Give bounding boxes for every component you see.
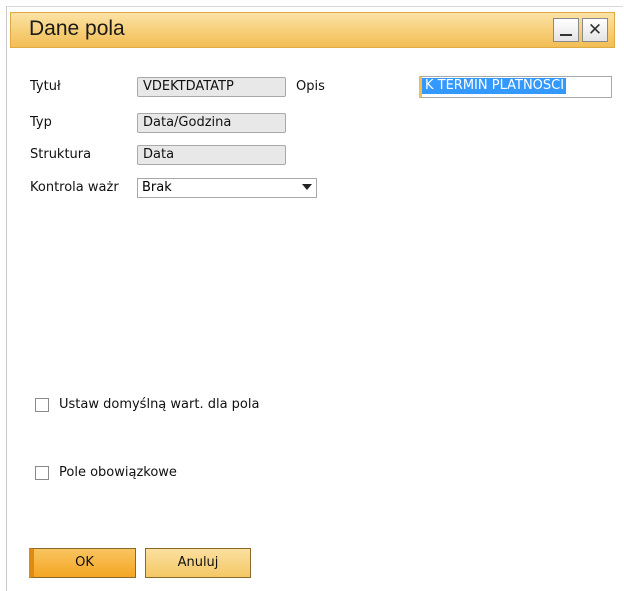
cancel-button[interactable]: Anuluj (145, 548, 251, 578)
kontrola-select[interactable]: Brak (137, 178, 317, 198)
tytul-label: Tytuł (30, 79, 61, 94)
dialog-title: Dane pola (29, 17, 125, 40)
default-value-label[interactable]: Ustaw domyślną wart. dla pola (59, 397, 259, 412)
kontrola-label: Kontrola ważr (30, 180, 119, 195)
minimize-button[interactable] (553, 18, 579, 42)
chevron-down-icon[interactable] (302, 184, 312, 190)
tytul-field[interactable]: VDEKTDATATP (137, 77, 286, 97)
opis-selected-text: K TERMIN PLATNOSCI (422, 78, 567, 94)
mandatory-checkbox[interactable] (35, 466, 49, 480)
close-button[interactable]: ✕ (582, 18, 608, 42)
struktura-label: Struktura (30, 147, 92, 162)
ok-button[interactable]: OK (29, 548, 136, 578)
close-icon: ✕ (587, 20, 603, 40)
typ-field[interactable]: Data/Godzina (137, 113, 286, 133)
opis-field[interactable]: K TERMIN PLATNOSCI (419, 76, 612, 98)
minimize-icon (560, 34, 572, 36)
mandatory-label[interactable]: Pole obowiązkowe (59, 465, 177, 480)
opis-label: Opis (296, 79, 325, 94)
struktura-field[interactable]: Data (137, 145, 286, 165)
kontrola-selected-value: Brak (142, 180, 172, 195)
title-bar[interactable]: Dane pola ✕ (10, 12, 615, 48)
typ-label: Typ (30, 115, 52, 130)
default-value-checkbox[interactable] (35, 398, 49, 412)
